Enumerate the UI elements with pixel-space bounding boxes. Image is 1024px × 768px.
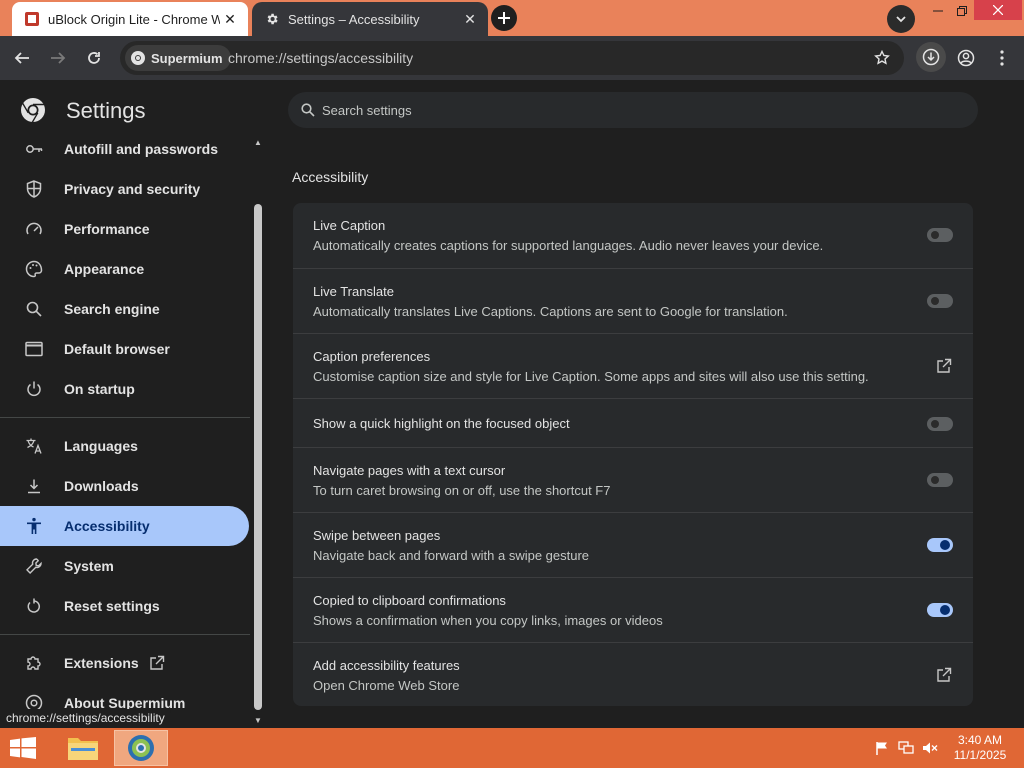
- site-info-chip[interactable]: Supermium: [125, 45, 231, 71]
- close-icon[interactable]: ✕: [220, 9, 240, 29]
- swipe-between-pages-toggle[interactable]: [927, 538, 953, 552]
- tab-settings-accessibility[interactable]: Settings – Accessibility ✕: [252, 2, 488, 36]
- puzzle-icon: [24, 653, 44, 673]
- section-title: Accessibility: [292, 169, 369, 185]
- scroll-down-arrow-icon[interactable]: ▼: [254, 716, 262, 725]
- setting-row-live-caption[interactable]: Live Caption Automatically creates capti…: [293, 203, 973, 268]
- setting-row-focus-highlight[interactable]: Show a quick highlight on the focused ob…: [293, 398, 973, 447]
- address-bar[interactable]: Supermium chrome://settings/accessibilit…: [120, 41, 904, 75]
- search-icon: [300, 102, 316, 118]
- accessibility-settings-card: Live Caption Automatically creates capti…: [293, 203, 973, 706]
- browser-window-icon: [24, 339, 44, 359]
- sidebar-item-performance[interactable]: Performance: [0, 209, 249, 249]
- volume-muted-icon[interactable]: [921, 740, 939, 756]
- back-arrow-icon[interactable]: [10, 46, 34, 70]
- url-text[interactable]: chrome://settings/accessibility: [228, 50, 413, 66]
- key-icon: [24, 139, 44, 159]
- setting-row-caret-browsing[interactable]: Navigate pages with a text cursor To tur…: [293, 447, 973, 512]
- sidebar-item-extensions[interactable]: Extensions: [0, 643, 249, 683]
- sidebar-item-reset-settings[interactable]: Reset settings: [0, 586, 249, 626]
- sidebar-item-system[interactable]: System: [0, 546, 249, 586]
- tab-strip: uBlock Origin Lite - Chrome We ✕ Setting…: [0, 0, 1024, 36]
- ublock-favicon-icon: [24, 11, 40, 27]
- sidebar-item-default-browser[interactable]: Default browser: [0, 329, 249, 369]
- wrench-icon: [24, 556, 44, 576]
- setting-row-live-translate[interactable]: Live Translate Automatically translates …: [293, 268, 973, 333]
- sidebar-item-appearance[interactable]: Appearance: [0, 249, 249, 289]
- window-close-button[interactable]: [974, 0, 1022, 20]
- windows-taskbar: 3:40 AM 11/1/2025: [0, 728, 1024, 768]
- close-icon[interactable]: ✕: [460, 9, 480, 29]
- windows-start-icon[interactable]: [8, 736, 38, 760]
- download-icon: [24, 476, 44, 496]
- external-link-icon: [149, 655, 165, 671]
- tab-ublock[interactable]: uBlock Origin Lite - Chrome We ✕: [12, 2, 248, 36]
- setting-row-swipe-between-pages[interactable]: Swipe between pages Navigate back and fo…: [293, 512, 973, 577]
- caret-browsing-toggle[interactable]: [927, 473, 953, 487]
- reload-icon[interactable]: [82, 46, 106, 70]
- accessibility-icon: [24, 516, 44, 536]
- system-clock[interactable]: 3:40 AM 11/1/2025: [948, 733, 1012, 763]
- reset-icon: [24, 596, 44, 616]
- setting-row-clipboard-confirmations[interactable]: Copied to clipboard confirmations Shows …: [293, 577, 973, 642]
- bookmark-star-icon[interactable]: [872, 48, 892, 68]
- power-icon: [24, 379, 44, 399]
- focus-highlight-toggle[interactable]: [927, 417, 953, 431]
- sidebar-item-privacy[interactable]: Privacy and security: [0, 169, 249, 209]
- live-translate-toggle[interactable]: [927, 294, 953, 308]
- speedometer-icon: [24, 219, 44, 239]
- network-icon[interactable]: [897, 740, 915, 756]
- search-icon: [24, 299, 44, 319]
- site-chip-label: Supermium: [151, 50, 223, 66]
- tab-title: uBlock Origin Lite - Chrome We: [48, 11, 220, 27]
- file-explorer-icon[interactable]: [56, 730, 110, 766]
- chromium-logo-icon: [20, 97, 46, 123]
- action-center-flag-icon[interactable]: [873, 740, 891, 756]
- downloads-button[interactable]: [916, 42, 946, 72]
- setting-row-caption-preferences[interactable]: Caption preferences Customise caption si…: [293, 333, 973, 398]
- browser-toolbar: Supermium chrome://settings/accessibilit…: [0, 36, 1024, 80]
- sidebar-scrollbar[interactable]: ▲ ▼: [254, 138, 262, 725]
- supermium-browser-taskbar-icon[interactable]: [114, 730, 168, 766]
- profile-icon[interactable]: [954, 46, 978, 70]
- menu-dots-icon[interactable]: [990, 46, 1014, 70]
- clock-date: 11/1/2025: [953, 748, 1007, 762]
- sidebar-divider: [0, 634, 250, 635]
- tab-search-button[interactable]: [887, 5, 915, 33]
- link-status-bar: chrome://settings/accessibility: [0, 709, 171, 728]
- settings-sidebar: Autofill and passwords Privacy and secur…: [0, 134, 266, 728]
- clipboard-confirmations-toggle[interactable]: [927, 603, 953, 617]
- sidebar-item-languages[interactable]: Languages: [0, 426, 249, 466]
- external-link-icon[interactable]: [935, 666, 953, 684]
- sidebar-item-downloads[interactable]: Downloads: [0, 466, 249, 506]
- sidebar-item-search-engine[interactable]: Search engine: [0, 289, 249, 329]
- scrollbar-thumb[interactable]: [254, 204, 262, 710]
- gear-icon: [264, 11, 280, 27]
- forward-arrow-icon[interactable]: [46, 46, 70, 70]
- search-placeholder: Search settings: [322, 102, 412, 118]
- sidebar-item-autofill[interactable]: Autofill and passwords: [0, 134, 249, 169]
- settings-page: Settings Search settings Autofill and pa…: [0, 80, 1024, 728]
- sidebar-divider: [0, 417, 250, 418]
- scroll-up-arrow-icon[interactable]: ▲: [254, 138, 262, 147]
- translate-icon: [24, 436, 44, 456]
- live-caption-toggle[interactable]: [927, 228, 953, 242]
- chromium-logo-icon: [129, 49, 147, 67]
- clock-time: 3:40 AM: [957, 733, 1003, 747]
- new-tab-button[interactable]: [491, 5, 517, 31]
- palette-icon: [24, 259, 44, 279]
- search-settings-input[interactable]: Search settings: [288, 92, 978, 128]
- tab-title: Settings – Accessibility: [288, 11, 420, 27]
- sidebar-item-accessibility[interactable]: Accessibility: [0, 506, 249, 546]
- setting-row-add-accessibility-features[interactable]: Add accessibility features Open Chrome W…: [293, 642, 973, 706]
- page-title: Settings: [66, 98, 146, 123]
- sidebar-item-on-startup[interactable]: On startup: [0, 369, 249, 409]
- shield-icon: [24, 179, 44, 199]
- external-link-icon[interactable]: [935, 357, 953, 375]
